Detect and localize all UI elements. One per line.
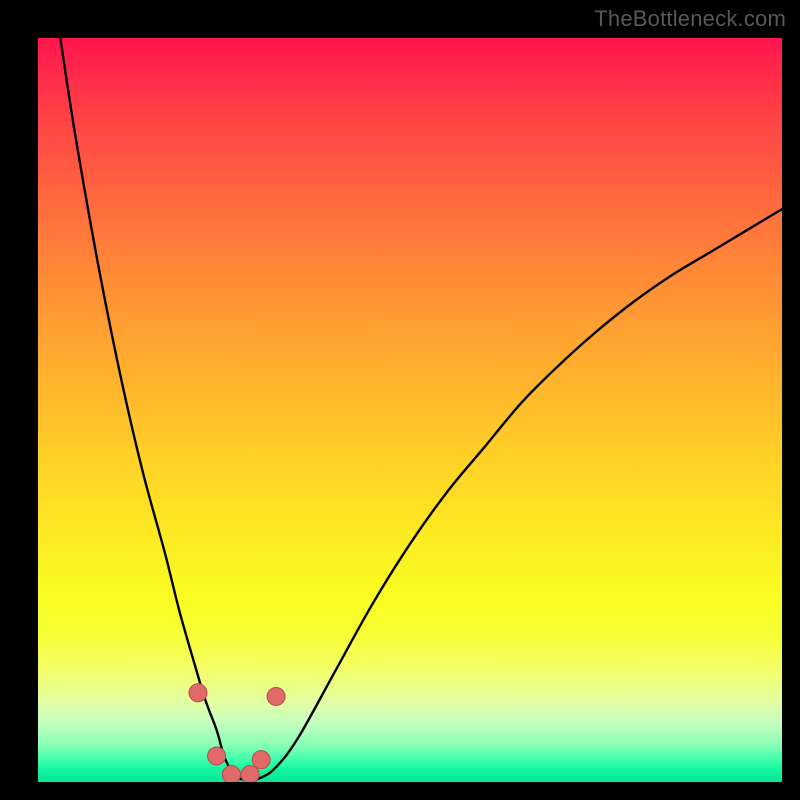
chart-frame: TheBottleneck.com [0,0,800,800]
curve-marker [241,766,259,782]
curve-marker [208,747,226,765]
curve-marker [222,766,240,782]
curve-marker [189,684,207,702]
curve-layer [38,38,782,782]
curve-marker [267,687,285,705]
plot-area [38,38,782,782]
bottleneck-curve [60,38,782,780]
curve-marker [252,751,270,769]
curve-markers [189,684,285,782]
watermark-text: TheBottleneck.com [594,6,786,32]
